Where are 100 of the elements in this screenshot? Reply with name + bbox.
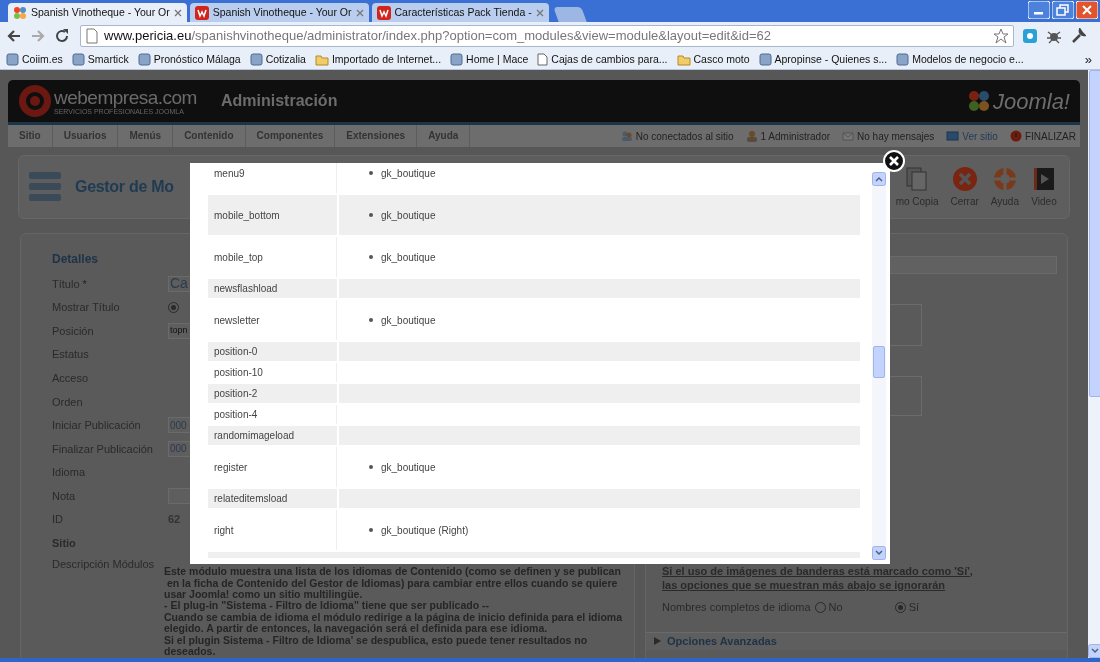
power-icon — [1009, 130, 1022, 142]
bookmark-label: Apropinse - Quienes s... — [774, 51, 888, 67]
lifebuoy-icon — [991, 165, 1018, 192]
bookmark[interactable]: Coiim.es — [6, 51, 63, 68]
tab-title: Spanish Vinotheque - Your Or — [31, 4, 170, 20]
bookmark-label: Coiim.es — [22, 51, 63, 67]
scrollbar-thumb[interactable] — [1089, 70, 1100, 397]
tab-title: Características Pack Tienda - — [394, 4, 532, 20]
brand-name: webempresa.com — [54, 87, 197, 108]
template-name: gk_boutique — [381, 460, 436, 475]
table-cell: relateditemsload — [208, 489, 337, 508]
favicon-icon — [194, 5, 209, 20]
bullet-icon — [369, 171, 373, 175]
bullet-icon — [369, 318, 373, 322]
bullet-icon — [369, 465, 373, 469]
wrench-icon[interactable] — [1070, 28, 1086, 44]
menu-item[interactable]: Contenido — [173, 125, 246, 147]
status-link[interactable]: Ver sitio — [962, 128, 998, 144]
page-title: Gestor de Mo — [75, 177, 174, 197]
table-cell: position-2 — [208, 384, 337, 403]
bookmark-label: Importado de Internet... — [331, 51, 442, 67]
bookmark[interactable]: Modelos de negocio e... — [896, 51, 1024, 68]
menu-item[interactable]: Componentes — [245, 125, 336, 147]
status-link[interactable]: No conectados al sitio — [635, 128, 734, 144]
section-heading: Detalles — [52, 251, 99, 268]
bullet-icon — [369, 528, 373, 532]
menu-item[interactable]: Usuarios — [52, 125, 119, 147]
scroll-down-icon[interactable] — [1088, 644, 1100, 658]
monitor-icon — [946, 130, 960, 142]
template-name: gk_boutique — [381, 250, 436, 265]
menu-item[interactable]: Menús — [118, 125, 174, 147]
bookmark[interactable]: Apropinse - Quienes s... — [758, 51, 888, 68]
site-icon — [137, 53, 151, 66]
star-icon[interactable] — [993, 28, 1009, 44]
status-link[interactable]: FINALIZAR — [1024, 128, 1076, 144]
site-icon — [896, 53, 910, 66]
template-name: gk_boutique — [381, 166, 436, 181]
bookmark-label: Pronóstico Málaga — [153, 51, 241, 67]
table-cell: randomimageload — [208, 426, 337, 445]
bookmark[interactable]: Home | Mace — [450, 51, 529, 68]
site-icon — [758, 53, 772, 66]
more-bookmarks-button[interactable]: » — [1084, 49, 1092, 70]
bookmark[interactable]: Cotizalia — [249, 51, 306, 68]
menu-item[interactable]: Sitio — [8, 125, 53, 147]
table-cell: newsflashload — [208, 279, 337, 298]
flower-logo-icon — [966, 89, 991, 113]
site-icon — [71, 53, 85, 66]
forward-icon[interactable] — [30, 28, 46, 44]
minimize-icon[interactable] — [1028, 1, 1050, 19]
extension-icon[interactable] — [1022, 28, 1038, 44]
status-link[interactable]: 1 Administrador — [760, 128, 831, 144]
bookmark-label: Casco moto — [693, 51, 750, 67]
table-cell: position-0 — [208, 342, 337, 361]
template-name: gk_boutique (Right) — [381, 523, 469, 538]
brand-logo-icon — [18, 84, 52, 118]
back-icon[interactable] — [6, 28, 22, 44]
folder-icon — [676, 53, 691, 66]
template-name: gk_boutique — [381, 313, 436, 328]
user-icon — [745, 130, 758, 142]
caret-icon — [654, 637, 661, 645]
site-icon — [249, 53, 263, 66]
scroll-down-icon[interactable] — [872, 546, 886, 560]
browser-tab[interactable]: Características Pack Tienda - — [371, 3, 549, 22]
bullet-icon — [369, 255, 373, 259]
template-name: gk_boutique — [381, 208, 436, 223]
scrollbar-thumb[interactable] — [873, 346, 885, 378]
site-icon — [450, 53, 464, 66]
tab-title: Spanish Vinotheque - Your Or — [212, 4, 352, 20]
admin-title: Administración — [220, 91, 338, 111]
page-icon — [85, 28, 99, 44]
bookmark[interactable]: Pronóstico Málaga — [137, 51, 241, 68]
bookmark-label: Cajas de cambios para... — [551, 51, 668, 67]
restore-icon[interactable] — [1052, 1, 1074, 19]
bookmark[interactable]: Importado de Internet... — [314, 51, 442, 68]
bookmark-label: Cotizalia — [265, 51, 306, 67]
browser-tab[interactable]: Spanish Vinotheque - Your Or — [8, 3, 187, 22]
bookmark-label: Smartick — [87, 51, 129, 67]
menu-item[interactable]: Extensiones — [335, 125, 418, 147]
bookmark[interactable]: Cajas de cambios para... — [537, 51, 668, 68]
bookmark-label: Home | Mace — [466, 51, 529, 67]
users-icon — [620, 130, 633, 142]
accordion-header[interactable]: Opciones Avanzadas — [646, 631, 1067, 650]
modules-icon — [29, 170, 61, 204]
address-bar[interactable]: www.pericia.eu/spanishvinotheque/administrator/index.php?option=com_modules&view=module&layout=edit&id=62 — [80, 25, 1014, 47]
bookmark[interactable]: Smartick — [71, 51, 129, 68]
bookmark-label: Modelos de negocio e... — [912, 51, 1024, 67]
browser-tab[interactable]: Spanish Vinotheque - Your Or — [189, 3, 369, 22]
favicon-icon — [376, 5, 391, 20]
scroll-up-icon[interactable] — [872, 172, 886, 186]
folder-icon — [314, 53, 329, 66]
status-link[interactable]: No hay mensajes — [857, 128, 935, 144]
mail-icon — [842, 130, 855, 142]
modal-scrollbar[interactable] — [872, 172, 886, 560]
reload-icon[interactable] — [54, 28, 70, 44]
table-cell: mobile_bottom — [208, 195, 337, 235]
page-icon — [537, 53, 549, 66]
new-tab-button[interactable] — [552, 7, 587, 22]
bullet-icon — [369, 213, 373, 217]
menu-item[interactable]: Ayuda — [417, 125, 471, 147]
bookmark[interactable]: Casco moto — [676, 51, 750, 68]
